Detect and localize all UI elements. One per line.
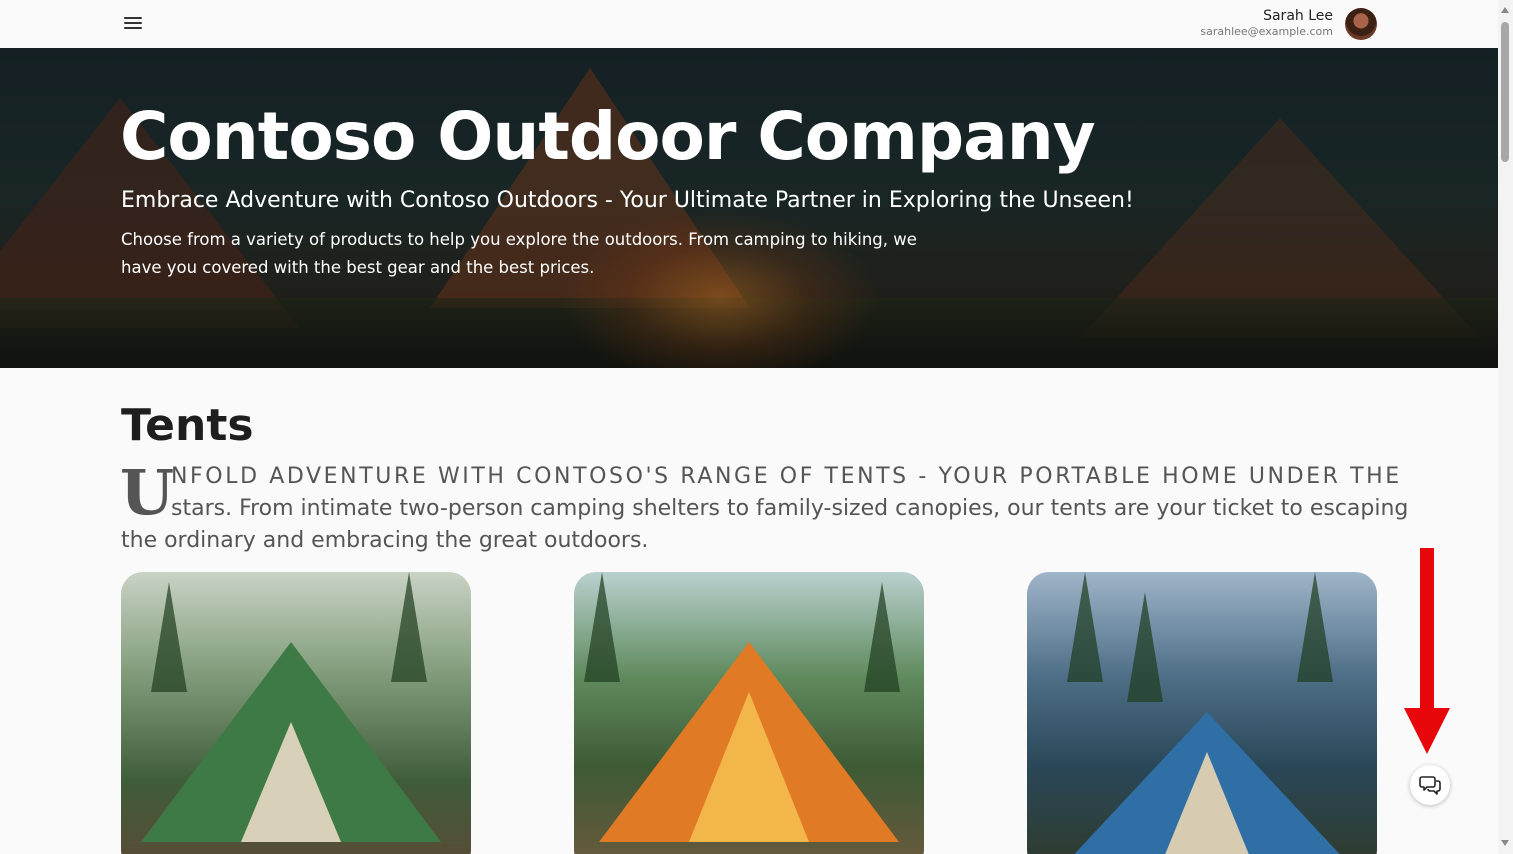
tent-door <box>689 692 809 842</box>
intro-dropcap: U <box>120 456 175 529</box>
chat-bubbles-icon <box>1419 776 1441 795</box>
hero-subtitle: Embrace Adventure with Contoso Outdoors … <box>121 188 1134 213</box>
vertical-scrollbar[interactable] <box>1498 0 1513 854</box>
intro-line-3: the ordinary and embracing the great out… <box>121 528 649 553</box>
product-card-tent-green[interactable] <box>121 572 471 854</box>
scroll-thumb[interactable] <box>1501 22 1509 162</box>
annotation-arrow-shaft <box>1420 548 1434 713</box>
hero-banner: Contoso Outdoor Company Embrace Adventur… <box>0 48 1498 368</box>
user-info[interactable]: Sarah Lee sarahlee@example.com <box>1200 7 1333 39</box>
scroll-up-arrow-icon[interactable] <box>1501 7 1509 13</box>
tent-door <box>241 722 341 842</box>
tree-decoration <box>1297 572 1333 682</box>
tree-decoration <box>1067 572 1103 682</box>
tree-decoration <box>1127 592 1163 702</box>
user-name: Sarah Lee <box>1263 8 1333 24</box>
chat-button[interactable] <box>1410 765 1450 805</box>
user-email: sarahlee@example.com <box>1200 25 1333 38</box>
annotation-arrow-head <box>1404 708 1450 754</box>
hero-title: Contoso Outdoor Company <box>120 98 1096 175</box>
top-navigation-bar: Sarah Lee sarahlee@example.com <box>0 0 1498 48</box>
intro-line-2: stars. From intimate two-person camping … <box>171 496 1409 521</box>
section-title: Tents <box>121 400 254 451</box>
product-card-tent-orange[interactable] <box>574 572 924 854</box>
product-card-tent-blue[interactable] <box>1027 572 1377 854</box>
hero-description: Choose from a variety of products to hel… <box>121 230 917 277</box>
scroll-down-arrow-icon[interactable] <box>1501 840 1509 846</box>
avatar[interactable] <box>1345 8 1377 40</box>
intro-line-1: NFOLD ADVENTURE WITH CONTOSO'S RANGE OF … <box>171 464 1402 489</box>
tent-door <box>1162 752 1252 854</box>
hamburger-menu-icon[interactable] <box>122 14 144 34</box>
